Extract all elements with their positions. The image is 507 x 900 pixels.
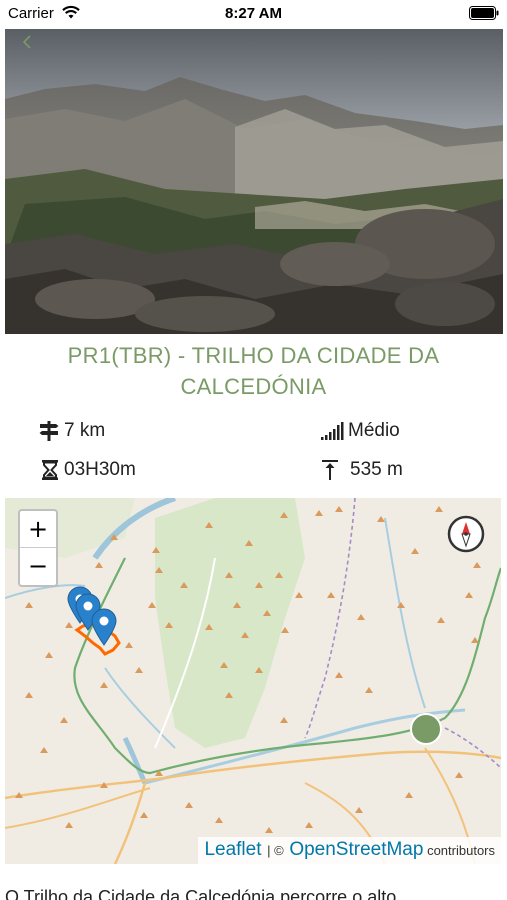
elevation-icon [322,460,338,480]
zoom-in-button[interactable]: + [20,511,56,548]
elevation-stat: 535 m [320,457,403,483]
difficulty-value: Médio [348,420,400,441]
hourglass-icon [42,460,58,480]
signal-bars-icon [321,422,344,440]
status-bar: Carrier 8:27 AM [0,0,507,28]
openstreetmap-link[interactable]: OpenStreetMap [289,839,423,860]
map-tiles [5,498,501,864]
location-dot-icon [410,713,442,745]
trail-map[interactable]: + − Leaflet | © OpenStreetMap contributo… [5,498,501,864]
elevation-value: 535 m [350,459,403,480]
attribution-separator: | © [267,843,284,858]
signpost-icon [39,421,59,441]
distance-stat: 7 km [38,418,105,444]
leaflet-link[interactable]: Leaflet [204,839,261,860]
distance-value: 7 km [64,420,106,441]
map-marker-icon[interactable] [91,608,117,646]
trail-description: O Trilho da Cidade da Calcedónia percorr… [5,887,397,900]
duration-stat: 03H30m [40,457,136,483]
attribution-contributors: contributors [427,843,495,858]
status-time: 8:27 AM [225,5,282,22]
battery-icon [469,6,499,20]
difficulty-stat: Médio [320,418,400,444]
compass-icon[interactable] [446,514,486,554]
map-attribution: Leaflet | © OpenStreetMap contributors [198,837,501,864]
chevron-left-icon[interactable] [19,33,37,51]
duration-value: 03H30m [64,459,136,480]
zoom-out-button[interactable]: − [20,548,56,585]
zoom-control: + − [18,509,58,587]
trail-hero-image [5,29,503,334]
trail-title: PR1(TBR) - TRILHO DA CIDADE DA CALCEDÓNI… [67,343,440,399]
